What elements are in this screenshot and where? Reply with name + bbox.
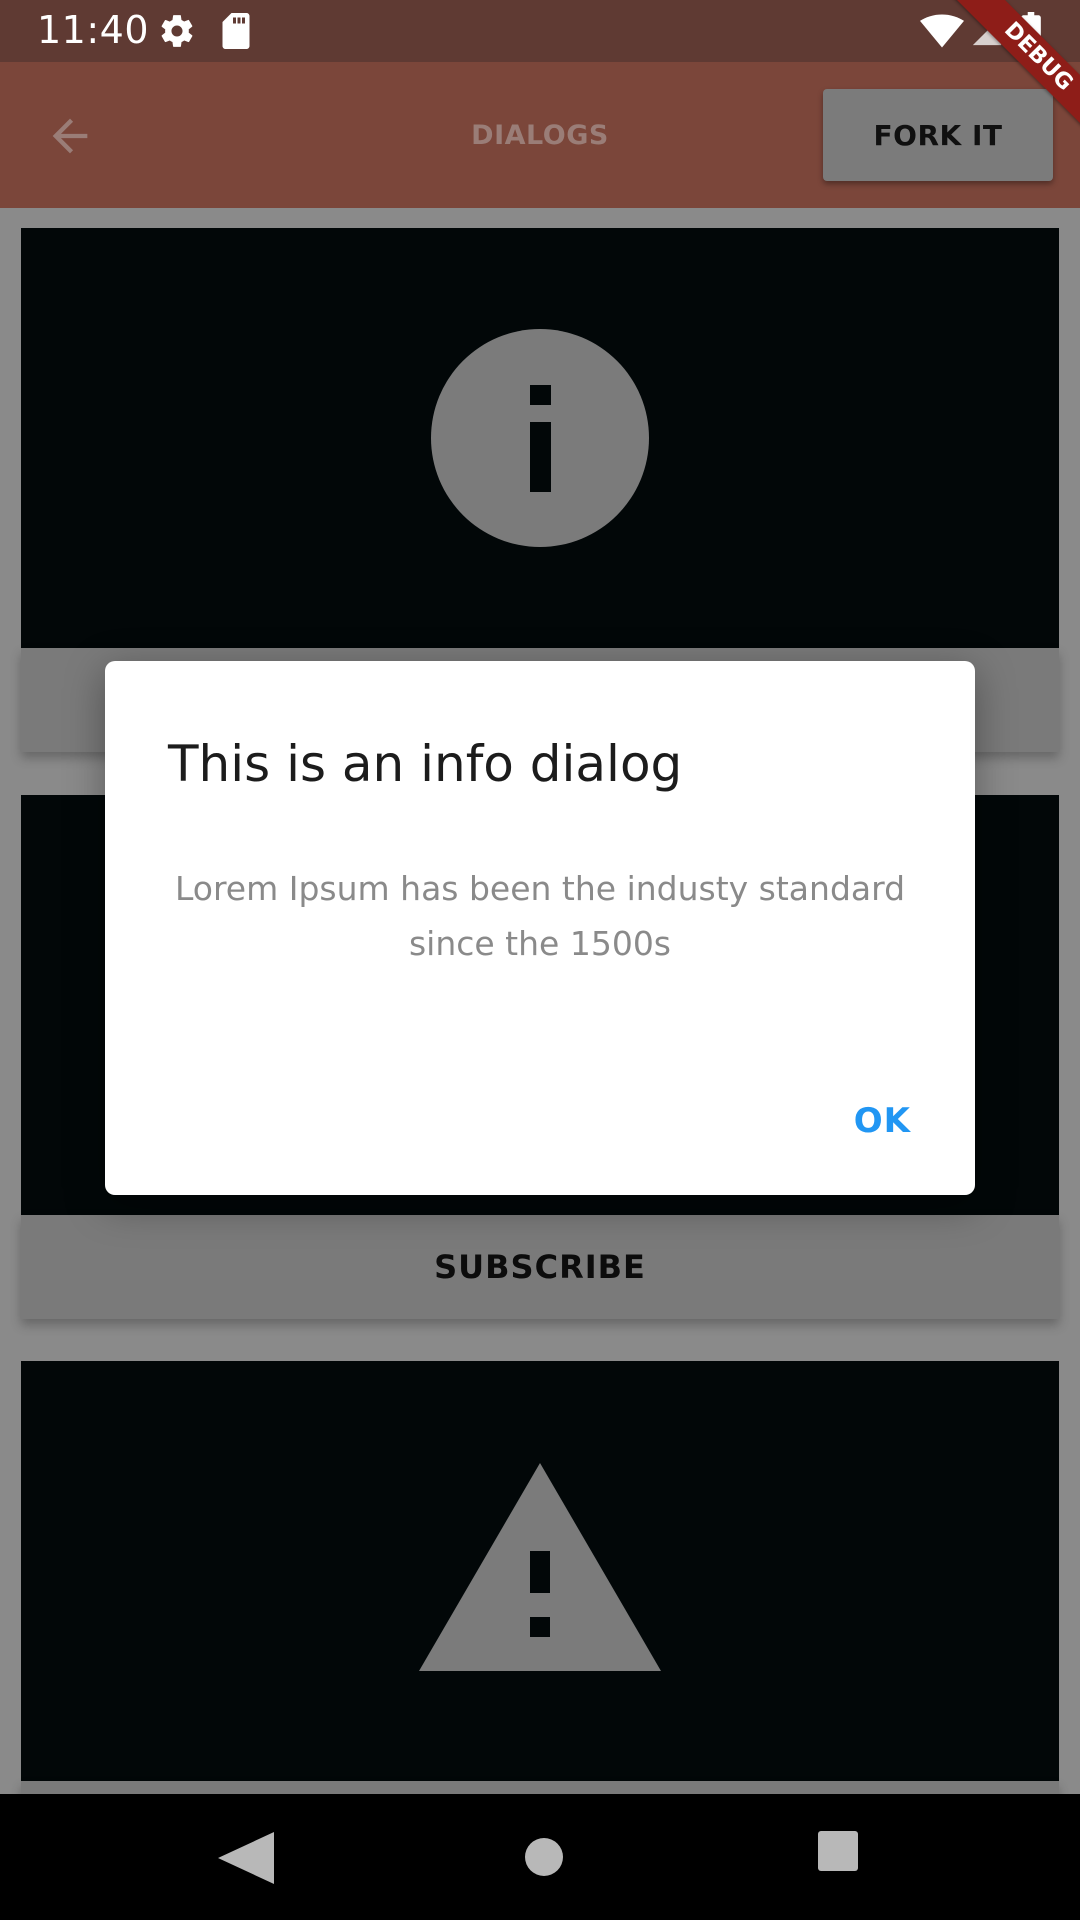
- warning-triangle-icon: [419, 1463, 661, 1671]
- warning-card-action[interactable]: [21, 1781, 1059, 1794]
- sd-card-icon: [222, 13, 250, 49]
- info-card-media: [21, 228, 1059, 648]
- status-time: 11:40: [37, 8, 150, 52]
- subscribe-button[interactable]: SUBSCRIBE: [21, 1215, 1059, 1319]
- nav-bar: [0, 1794, 1080, 1920]
- info-circle-icon: [431, 329, 649, 547]
- nav-home-icon[interactable]: [518, 1831, 570, 1883]
- fork-it-button[interactable]: FORK IT: [823, 89, 1053, 181]
- status-bar: 11:40: [0, 0, 1080, 62]
- ok-button[interactable]: OK: [850, 1091, 915, 1151]
- battery-icon: [1021, 12, 1041, 48]
- nav-recents-icon[interactable]: [818, 1831, 866, 1879]
- gear-icon: [161, 15, 193, 47]
- wifi-icon: [920, 14, 964, 48]
- warning-card-media: [21, 1361, 1059, 1781]
- nav-back-icon[interactable]: [218, 1832, 274, 1884]
- dialog-title: This is an info dialog: [168, 735, 683, 793]
- info-dialog: This is an info dialog Lorem Ipsum has b…: [105, 661, 975, 1195]
- dialog-body: Lorem Ipsum has been the industy standar…: [174, 869, 906, 963]
- signal-icon: [972, 16, 1002, 46]
